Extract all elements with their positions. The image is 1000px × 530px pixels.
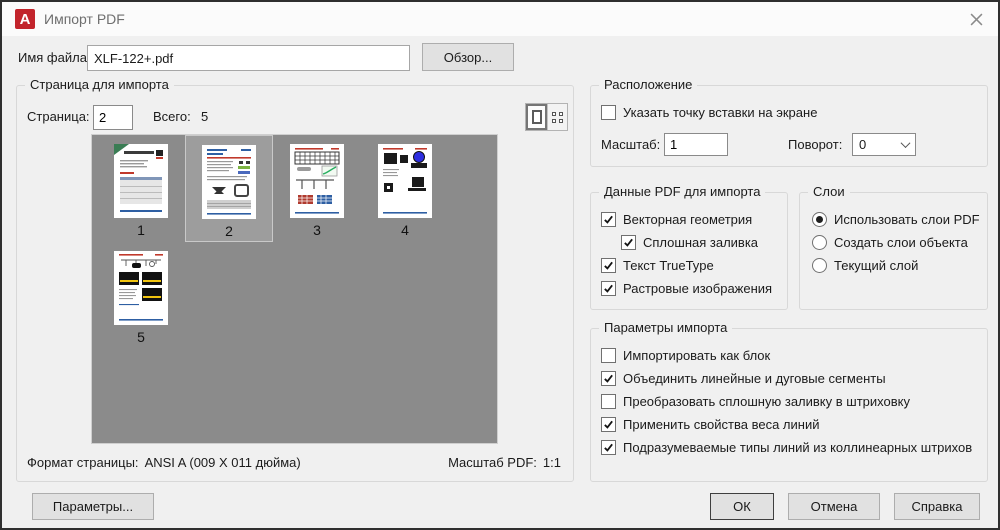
page-number-label: 1 bbox=[137, 222, 145, 238]
chevron-down-icon bbox=[900, 138, 911, 149]
title-bar: A Импорт PDF bbox=[2, 2, 998, 36]
checkbox-label: Указать точку вставки на экране bbox=[623, 105, 818, 120]
specify-insertion-point-checkbox[interactable]: Указать точку вставки на экране bbox=[601, 101, 817, 124]
checkbox-icon bbox=[621, 235, 636, 250]
checkbox-label: Текст TrueType bbox=[623, 258, 714, 273]
page-number-input[interactable] bbox=[93, 105, 133, 130]
checkbox-label: Импортировать как блок bbox=[623, 348, 771, 363]
dialog-title: Импорт PDF bbox=[44, 11, 125, 27]
browse-button[interactable]: Обзор... bbox=[422, 43, 514, 71]
page-number-label: 5 bbox=[137, 329, 145, 345]
checkbox-icon bbox=[601, 348, 616, 363]
checkbox-icon bbox=[601, 371, 616, 386]
checkbox-label: Сплошная заливка bbox=[643, 235, 759, 250]
radio-icon bbox=[812, 212, 827, 227]
single-page-view-icon[interactable] bbox=[526, 104, 547, 130]
radio-icon bbox=[812, 235, 827, 250]
page-format-value: ANSI A (009 X 011 дюйма) bbox=[144, 455, 301, 470]
checkbox-icon bbox=[601, 281, 616, 296]
file-name-label: Имя файла: bbox=[18, 50, 91, 65]
layers-group-title: Слои bbox=[808, 184, 850, 199]
page-preview-image bbox=[378, 144, 432, 218]
page-thumbnail-1[interactable]: 1 bbox=[97, 135, 185, 242]
pdf-scale-value: 1:1 bbox=[542, 455, 561, 470]
location-group: Расположение Указать точку вставки на эк… bbox=[590, 77, 988, 167]
grid-view-icon[interactable] bbox=[547, 104, 567, 130]
page-thumbnail-5[interactable]: 5 bbox=[97, 242, 185, 349]
checkbox-icon bbox=[601, 258, 616, 273]
import-pdf-dialog: A Импорт PDF Имя файла: Обзор... Страниц… bbox=[0, 0, 1000, 530]
checkbox-icon bbox=[601, 105, 616, 120]
checkbox-label: Применить свойства веса линий bbox=[623, 417, 820, 432]
page-thumbnail-3[interactable]: 3 bbox=[273, 135, 361, 242]
checkbox-label: Растровые изображения bbox=[623, 281, 773, 296]
page-thumbnail-2[interactable]: 2 bbox=[185, 135, 273, 242]
page-number-label: 3 bbox=[313, 222, 321, 238]
cancel-button[interactable]: Отмена bbox=[788, 493, 880, 520]
checkbox-label: Подразумеваемые типы линий из коллинеарн… bbox=[623, 440, 973, 455]
page-import-group: Страница для импорта Страница: Всего: 5 … bbox=[16, 77, 574, 482]
page-format-label: Формат страницы: bbox=[27, 455, 139, 470]
vector-geometry-checkbox[interactable]: Векторная геометрия bbox=[601, 208, 752, 231]
use-pdf-layers-radio[interactable]: Использовать слои PDF bbox=[812, 208, 980, 231]
page-preview-image bbox=[202, 145, 256, 219]
rotation-label: Поворот: bbox=[788, 137, 843, 152]
raster-images-checkbox[interactable]: Растровые изображения bbox=[601, 277, 772, 300]
create-object-layers-radio[interactable]: Создать слои объекта bbox=[812, 231, 968, 254]
apply-lineweight-properties-checkbox[interactable]: Применить свойства веса линий bbox=[601, 413, 819, 436]
radio-label: Создать слои объекта bbox=[834, 235, 968, 250]
checkbox-icon bbox=[601, 212, 616, 227]
thumbnail-view-toggle bbox=[525, 103, 568, 131]
truetype-text-checkbox[interactable]: Текст TrueType bbox=[601, 254, 714, 277]
rotation-dropdown[interactable]: 0 bbox=[852, 133, 916, 156]
rotation-value: 0 bbox=[859, 137, 867, 152]
import-options-group-title: Параметры импорта bbox=[599, 320, 733, 335]
page-import-group-title: Страница для импорта bbox=[25, 77, 174, 92]
options-button[interactable]: Параметры... bbox=[32, 493, 154, 520]
radio-label: Использовать слои PDF bbox=[834, 212, 980, 227]
scale-input[interactable] bbox=[664, 133, 728, 156]
location-group-title: Расположение bbox=[599, 77, 698, 92]
convert-fills-to-hatches-checkbox[interactable]: Преобразовать сплошную заливку в штрихов… bbox=[601, 390, 910, 413]
total-label: Всего: bbox=[153, 109, 191, 124]
page-preview-image bbox=[114, 144, 168, 218]
close-icon[interactable] bbox=[964, 8, 988, 30]
checkbox-label: Объединить линейные и дуговые сегменты bbox=[623, 371, 886, 386]
import-options-group: Параметры импорта Импортировать как блок… bbox=[590, 320, 988, 482]
pdf-data-group: Данные PDF для импорта Векторная геометр… bbox=[590, 184, 788, 310]
radio-icon bbox=[812, 258, 827, 273]
import-as-block-checkbox[interactable]: Импортировать как блок bbox=[601, 344, 770, 367]
file-name-input[interactable] bbox=[87, 45, 410, 71]
page-thumbnail-4[interactable]: 4 bbox=[361, 135, 449, 242]
infer-linetypes-from-dashes-checkbox[interactable]: Подразумеваемые типы линий из коллинеарн… bbox=[601, 436, 972, 459]
ok-button[interactable]: ОК bbox=[710, 493, 774, 520]
checkbox-icon bbox=[601, 440, 616, 455]
pdf-scale-label: Масштаб PDF: bbox=[448, 455, 537, 470]
page-preview-image bbox=[290, 144, 344, 218]
checkbox-icon bbox=[601, 417, 616, 432]
checkbox-label: Преобразовать сплошную заливку в штрихов… bbox=[623, 394, 910, 409]
radio-label: Текущий слой bbox=[834, 258, 919, 273]
scale-label: Масштаб: bbox=[601, 137, 661, 152]
total-value: 5 bbox=[201, 109, 209, 124]
checkbox-icon bbox=[601, 394, 616, 409]
current-layer-radio[interactable]: Текущий слой bbox=[812, 254, 918, 277]
thumbnail-panel: 1 2 3 4 5 bbox=[91, 134, 498, 444]
join-line-arc-segments-checkbox[interactable]: Объединить линейные и дуговые сегменты bbox=[601, 367, 886, 390]
page-number-label: 4 bbox=[401, 222, 409, 238]
help-button[interactable]: Справка bbox=[894, 493, 980, 520]
layers-group: Слои Использовать слои PDF Создать слои о… bbox=[799, 184, 988, 310]
pdf-data-group-title: Данные PDF для импорта bbox=[599, 184, 766, 199]
checkbox-label: Векторная геометрия bbox=[623, 212, 753, 227]
autocad-logo-icon: A bbox=[15, 9, 35, 29]
page-preview-image bbox=[114, 251, 168, 325]
solid-fill-checkbox[interactable]: Сплошная заливка bbox=[621, 231, 758, 254]
page-number-label: 2 bbox=[225, 223, 233, 239]
page-label: Страница: bbox=[27, 109, 90, 124]
